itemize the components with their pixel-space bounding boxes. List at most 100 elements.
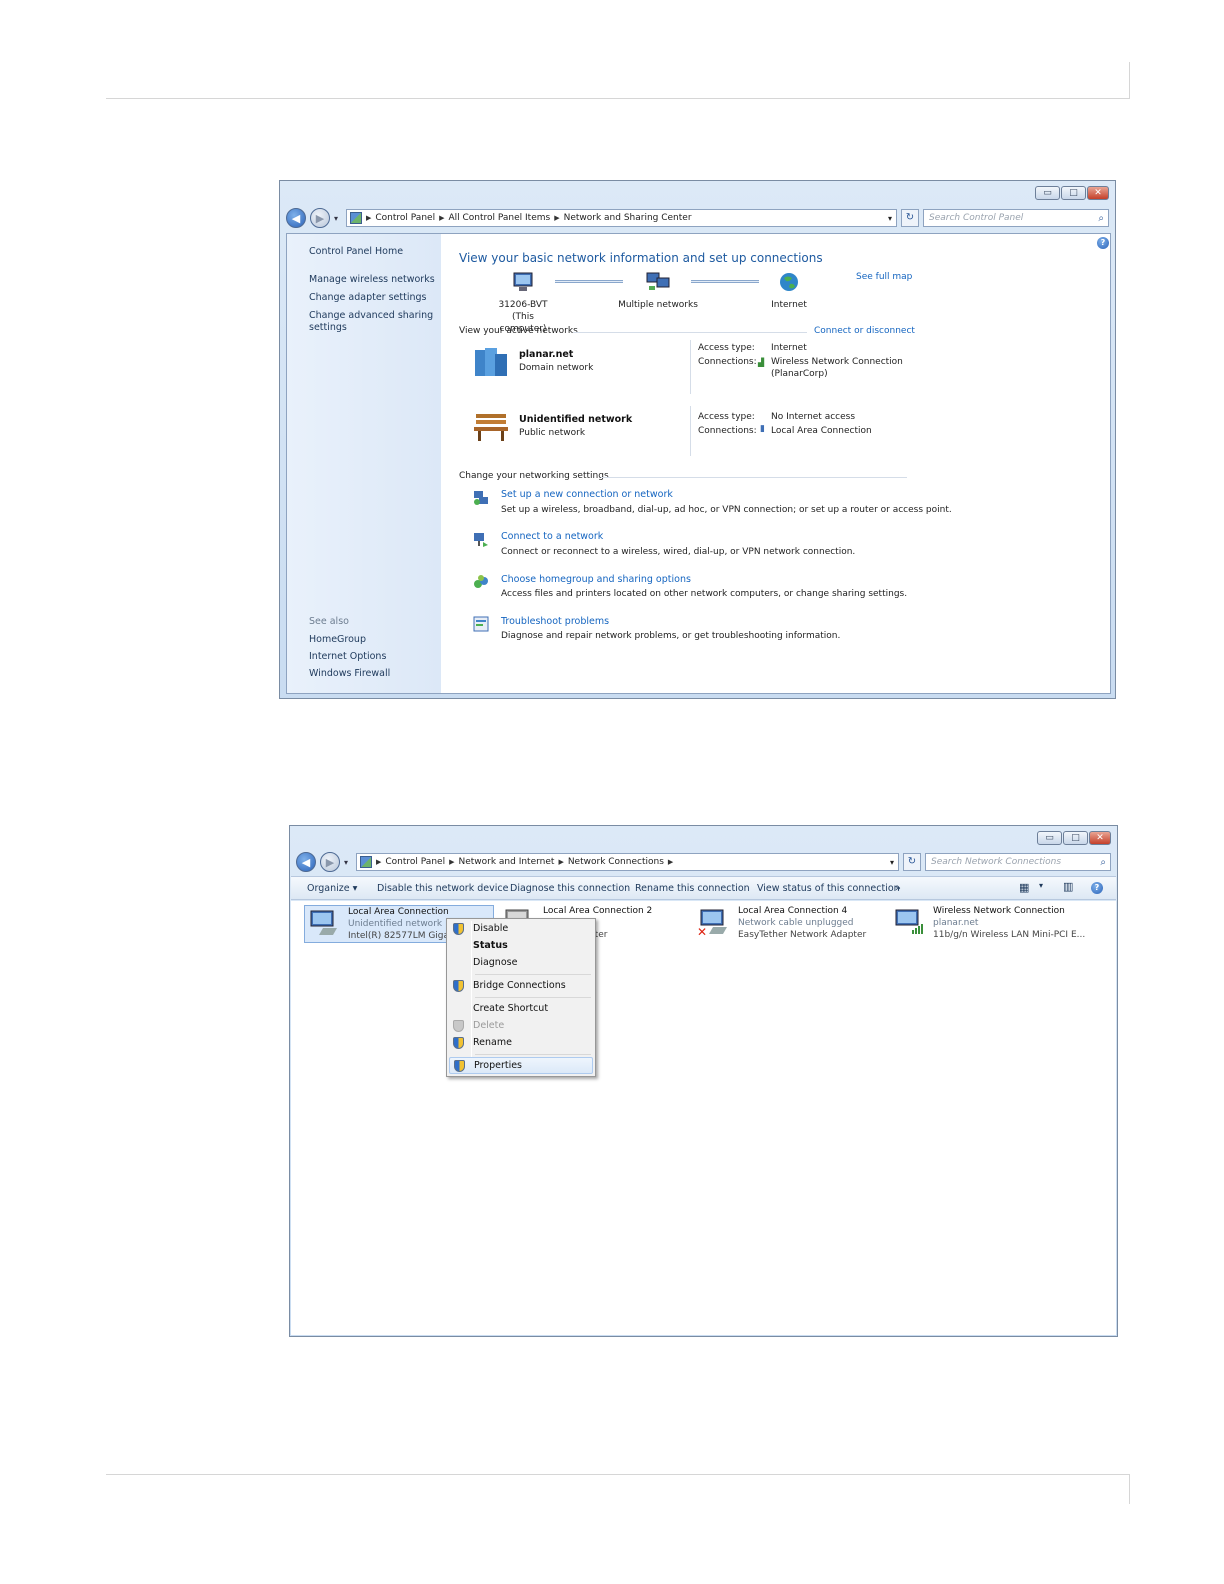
- connect-to-network-link[interactable]: Connect to a network: [501, 531, 603, 542]
- divider: [690, 340, 691, 394]
- address-dropdown-icon[interactable]: ▾: [890, 858, 894, 867]
- menu-item-bridge[interactable]: Bridge Connections: [449, 978, 593, 995]
- section-rule: [601, 477, 907, 478]
- search-input[interactable]: Search Control Panel ⌕: [923, 209, 1109, 227]
- homegroup-icon: [474, 575, 488, 588]
- close-button[interactable]: ✕: [1089, 831, 1111, 845]
- address-bar[interactable]: ▶ Control Panel ▶ Network and Internet ▶…: [356, 853, 899, 871]
- back-button[interactable]: ◀: [286, 208, 306, 228]
- navigation-bar: ◀ ▶ ▾ ▶ Control Panel ▶ Network and Inte…: [296, 851, 1111, 873]
- access-type-value: No Internet access: [771, 412, 856, 422]
- close-button[interactable]: ✕: [1087, 186, 1109, 200]
- refresh-button[interactable]: ↻: [901, 209, 919, 227]
- maximize-button[interactable]: □: [1063, 831, 1088, 845]
- menu-item-delete: Delete: [449, 1018, 593, 1035]
- unplugged-x-icon: ✕: [697, 925, 708, 939]
- context-menu: Disable Status Diagnose Bridge Connectio…: [446, 918, 596, 1077]
- access-type-label: Access type:: [698, 412, 755, 422]
- breadcrumb-network-internet[interactable]: Network and Internet: [458, 857, 554, 867]
- homegroup-sharing-link[interactable]: Choose homegroup and sharing options: [501, 574, 691, 585]
- multiple-networks-icon: [646, 272, 670, 290]
- diagnose-connection-button[interactable]: Diagnose this connection: [510, 883, 630, 894]
- recent-pages-dropdown[interactable]: ▾: [344, 858, 352, 867]
- change-adapter-link[interactable]: Change adapter settings: [309, 292, 426, 304]
- preview-pane-icon[interactable]: ▥: [1063, 880, 1073, 893]
- left-pane: Control Panel Home Manage wireless netwo…: [287, 234, 441, 693]
- troubleshoot-link[interactable]: Troubleshoot problems: [501, 616, 609, 627]
- see-full-map-link[interactable]: See full map: [856, 272, 912, 282]
- change-advanced-sharing-link-line2[interactable]: settings: [309, 322, 347, 334]
- domain-network-icon: [475, 348, 507, 376]
- change-view-icon[interactable]: ▦: [1019, 881, 1029, 894]
- menu-item-disable[interactable]: Disable: [449, 921, 593, 938]
- globe-icon: [780, 273, 798, 291]
- connection-item-wireless[interactable]: Wireless Network Connection planar.net 1…: [890, 905, 1085, 943]
- manage-wireless-link[interactable]: Manage wireless networks: [309, 274, 435, 286]
- task-description: Access files and printers located on oth…: [501, 589, 908, 599]
- breadcrumb-network-sharing-center[interactable]: Network and Sharing Center: [564, 213, 692, 223]
- wireless-connection-ssid[interactable]: (PlanarCorp): [771, 367, 828, 381]
- divider: [690, 406, 691, 456]
- search-icon[interactable]: ⌕: [1100, 855, 1106, 871]
- section-rule: [573, 332, 807, 333]
- forward-button[interactable]: ▶: [310, 208, 330, 228]
- page-header-rule: [106, 98, 1130, 99]
- back-button[interactable]: ◀: [296, 852, 316, 872]
- connect-disconnect-link[interactable]: Connect or disconnect: [814, 326, 915, 336]
- access-type-label: Access type:: [698, 343, 755, 353]
- title-bar: ▭ □ ✕: [280, 181, 1115, 205]
- address-bar[interactable]: ▶ Control Panel ▶ All Control Panel Item…: [346, 209, 897, 227]
- connections-list: Local Area Connection Unidentified netwo…: [291, 901, 1116, 1335]
- computer-icon: [513, 272, 533, 291]
- view-status-button[interactable]: View status of this connection: [757, 883, 900, 894]
- page-footer-rule-vertical: [1129, 1474, 1130, 1504]
- local-area-connection-link[interactable]: Local Area Connection: [771, 424, 872, 438]
- maximize-button[interactable]: □: [1061, 186, 1086, 200]
- command-bar: Organize ▾ Disable this network device D…: [291, 876, 1116, 900]
- menu-item-rename[interactable]: Rename: [449, 1035, 593, 1052]
- help-icon[interactable]: ?: [1097, 237, 1109, 249]
- task-description: Diagnose and repair network problems, or…: [501, 631, 841, 641]
- menu-item-create-shortcut[interactable]: Create Shortcut: [449, 1001, 593, 1018]
- connection-item-lan4[interactable]: ✕ Local Area Connection 4 Network cable …: [695, 905, 885, 943]
- more-commands-button[interactable]: »: [895, 883, 901, 894]
- breadcrumb-control-panel[interactable]: Control Panel: [375, 213, 435, 223]
- network-type[interactable]: Public network: [519, 428, 585, 438]
- minimize-button[interactable]: ▭: [1037, 831, 1062, 845]
- refresh-button[interactable]: ↻: [903, 853, 921, 871]
- control-panel-home-link[interactable]: Control Panel Home: [309, 246, 403, 258]
- menu-item-properties[interactable]: Properties: [449, 1057, 593, 1074]
- disable-device-button[interactable]: Disable this network device: [377, 883, 508, 894]
- breadcrumb-all-items[interactable]: All Control Panel Items: [448, 213, 550, 223]
- minimize-button[interactable]: ▭: [1035, 186, 1060, 200]
- see-also-heading: See also: [309, 616, 349, 627]
- uac-shield-icon: [453, 1037, 464, 1049]
- title-bar: ▭ □ ✕: [290, 826, 1117, 850]
- homegroup-link[interactable]: HomeGroup: [309, 634, 366, 646]
- windows-firewall-link[interactable]: Windows Firewall: [309, 668, 390, 680]
- breadcrumb-network-connections[interactable]: Network Connections: [568, 857, 664, 867]
- uac-shield-icon: [454, 1060, 465, 1072]
- setup-new-connection-link[interactable]: Set up a new connection or network: [501, 489, 673, 500]
- recent-pages-dropdown[interactable]: ▾: [334, 214, 342, 223]
- page-header-rule-vertical: [1129, 62, 1130, 99]
- rename-connection-button[interactable]: Rename this connection: [635, 883, 750, 894]
- network-adapter-icon: [310, 910, 337, 935]
- forward-button[interactable]: ▶: [320, 852, 340, 872]
- search-icon[interactable]: ⌕: [1098, 211, 1104, 227]
- address-dropdown-icon[interactable]: ▾: [888, 214, 892, 223]
- menu-item-status[interactable]: Status: [449, 938, 593, 955]
- change-advanced-sharing-link[interactable]: Change advanced sharing: [309, 310, 433, 322]
- menu-item-diagnose[interactable]: Diagnose: [449, 955, 593, 972]
- search-input[interactable]: Search Network Connections ⌕: [925, 853, 1111, 871]
- menu-separator: [475, 997, 591, 998]
- access-type-value: Internet: [771, 343, 807, 353]
- breadcrumb-control-panel[interactable]: Control Panel: [385, 857, 445, 867]
- internet-options-link[interactable]: Internet Options: [309, 651, 386, 663]
- organize-menu[interactable]: Organize ▾: [307, 883, 357, 894]
- network-type[interactable]: Domain network: [519, 363, 593, 373]
- wireless-adapter-icon: [895, 909, 923, 934]
- help-icon[interactable]: ?: [1091, 882, 1103, 894]
- view-options-dropdown[interactable]: ▾: [1039, 881, 1043, 890]
- map-multiple-networks: Multiple networks: [613, 272, 703, 311]
